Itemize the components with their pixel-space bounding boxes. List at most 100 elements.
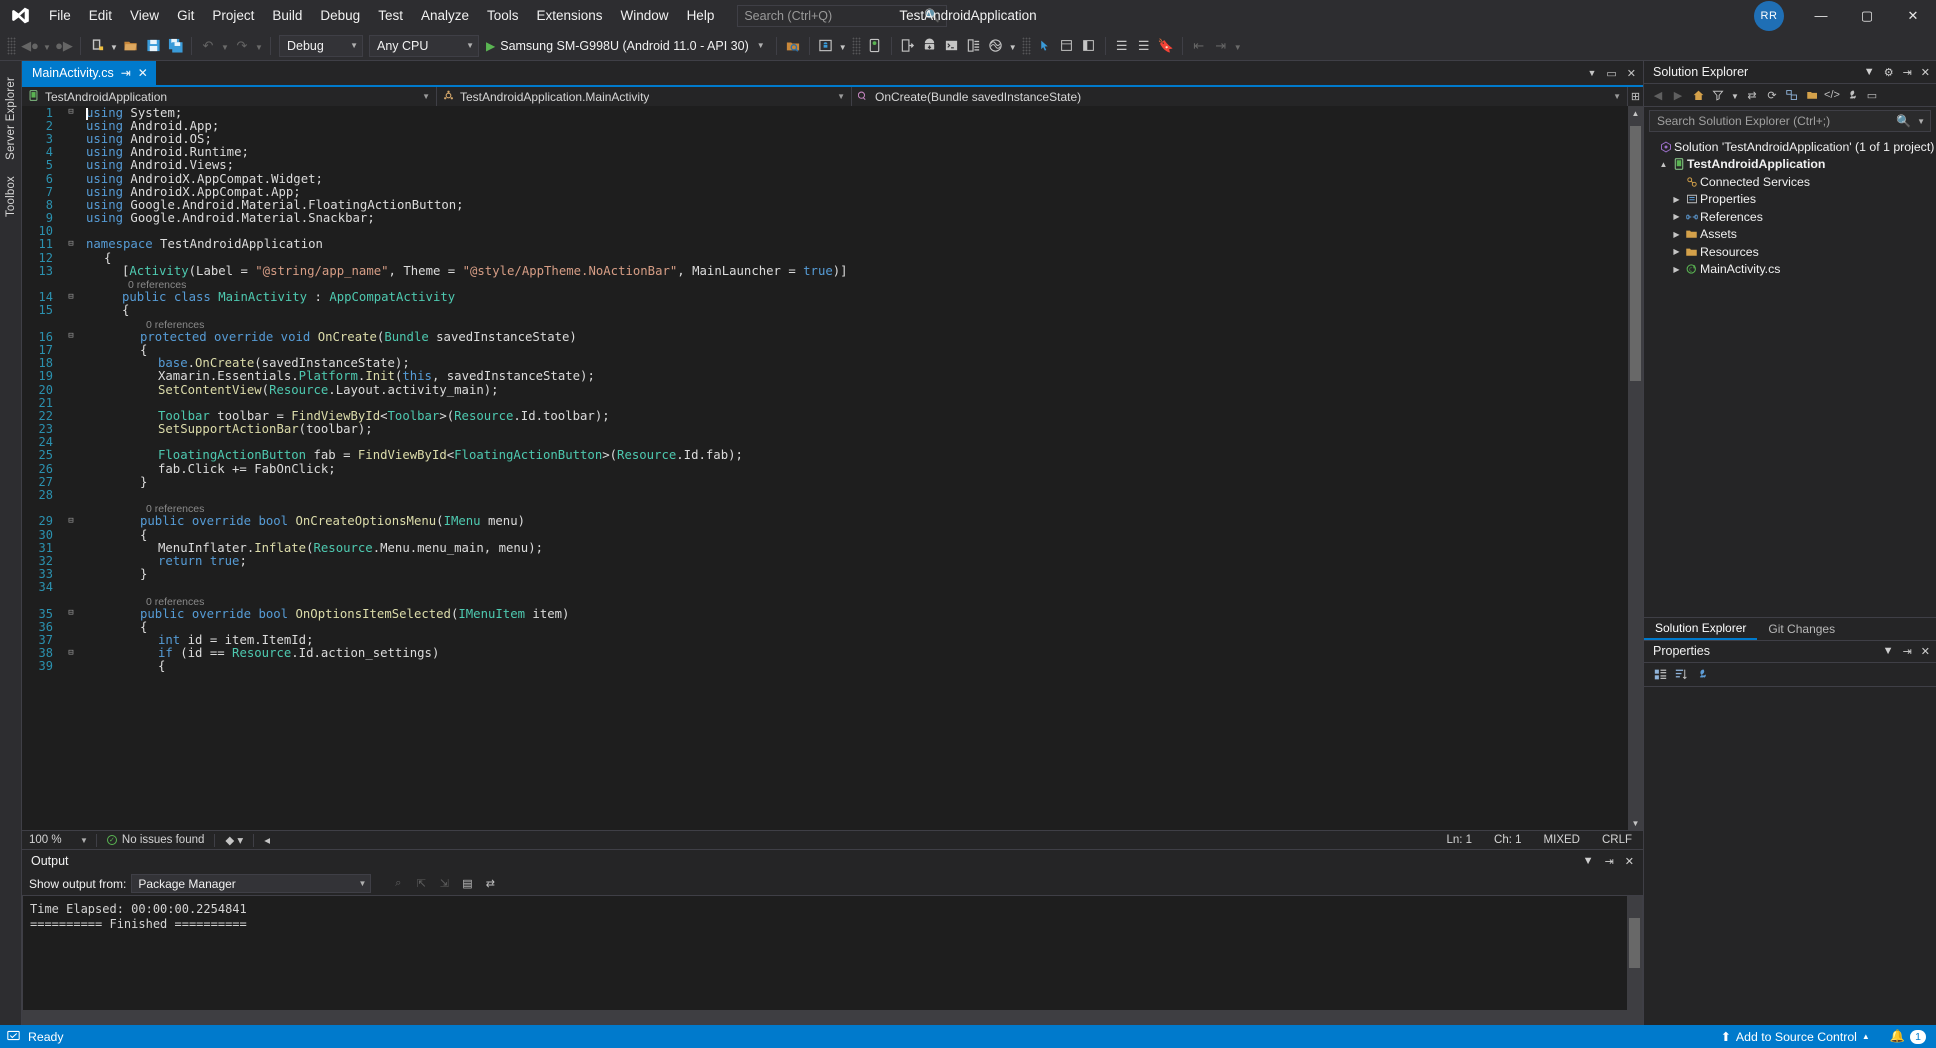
scroll-thumb[interactable] <box>1630 126 1641 381</box>
codelens-references[interactable]: 0 references <box>128 279 186 291</box>
twisty-icon[interactable]: ▶ <box>1670 230 1683 239</box>
menu-view[interactable]: View <box>121 0 168 31</box>
code-line[interactable]: 8using Google.Android.Material.FloatingA… <box>22 198 1628 211</box>
insert-mode[interactable]: MIXED <box>1533 834 1591 846</box>
code-line[interactable]: 35⊟public override bool OnOptionsItemSel… <box>22 607 1628 620</box>
tab-mainactivity-cs[interactable]: MainActivity.cs ⇥ ✕ <box>22 61 156 85</box>
code-line[interactable]: 28 <box>22 488 1628 501</box>
split-editor-icon[interactable]: ⊞ <box>1627 87 1643 106</box>
restore-down-icon[interactable]: ▭ <box>1606 67 1616 80</box>
go-to-previous-message-icon[interactable]: ⇱ <box>412 874 430 894</box>
home-icon[interactable] <box>1689 85 1707 105</box>
panel-dropdown-icon[interactable]: ▼ <box>1883 645 1894 657</box>
code-line[interactable]: 3using Android.OS; <box>22 132 1628 145</box>
code-line[interactable]: 11⊟namespace TestAndroidApplication <box>22 238 1628 251</box>
output-vertical-scrollbar[interactable] <box>1627 896 1642 1010</box>
scroll-up-icon[interactable]: ▲ <box>1628 106 1643 120</box>
start-debug-button[interactable]: ▶ Samsung SM-G998U (Android 11.0 - API 3… <box>482 35 771 57</box>
code-line[interactable]: 39{ <box>22 660 1628 673</box>
solution-item-mainactivity-cs[interactable]: ▶C#MainActivity.cs <box>1644 261 1936 279</box>
code-line[interactable]: 18base.OnCreate(savedInstanceState); <box>22 357 1628 370</box>
categorized-view-icon[interactable] <box>1651 664 1669 684</box>
code-line[interactable]: 32return true; <box>22 554 1628 567</box>
overflow-dropdown-icon[interactable]: ▼ <box>1007 35 1019 57</box>
twisty-icon[interactable]: ▶ <box>1670 247 1683 256</box>
deploy-icon[interactable] <box>897 35 919 57</box>
toggle-word-wrap-icon[interactable]: ⇄ <box>481 874 499 894</box>
code-line[interactable]: 33} <box>22 568 1628 581</box>
adb-shell-icon[interactable] <box>941 35 963 57</box>
zoom-level[interactable]: 100 % <box>22 834 80 846</box>
code-line[interactable]: 20SetContentView(Resource.Layout.activit… <box>22 383 1628 396</box>
configuration-combobox[interactable]: Debug ▼ <box>279 35 363 57</box>
scroll-down-icon[interactable]: ▼ <box>1628 816 1643 830</box>
horizontal-scroll-left-icon[interactable]: ◂ <box>254 833 280 847</box>
toolbar-overflow-icon[interactable]: ▼ <box>1232 35 1244 57</box>
panel-dropdown-icon[interactable]: ▼ <box>1864 66 1875 78</box>
new-project-dropdown-icon[interactable]: ▼ <box>108 35 120 57</box>
new-project-icon[interactable] <box>86 35 108 57</box>
code-line[interactable]: 19Xamarin.Essentials.Platform.Init(this,… <box>22 370 1628 383</box>
property-pages-icon[interactable] <box>1693 664 1711 684</box>
solution-item-references[interactable]: ▶References <box>1644 208 1936 226</box>
android-device-manager-icon[interactable] <box>815 35 837 57</box>
issues-status[interactable]: ✓ No issues found <box>97 834 214 846</box>
tab-list-dropdown-icon[interactable]: ▼ <box>1587 68 1596 78</box>
close-icon[interactable]: ✕ <box>1625 855 1634 868</box>
code-line[interactable]: 6using AndroidX.AppCompat.Widget; <box>22 172 1628 185</box>
global-search-input[interactable]: Search (Ctrl+Q) 🔍 <box>737 5 947 27</box>
device-log-icon[interactable] <box>963 35 985 57</box>
panel-dropdown-icon[interactable]: ▼ <box>1583 855 1594 867</box>
android-sdk-manager-icon[interactable] <box>864 35 886 57</box>
save-all-icon[interactable] <box>164 35 186 57</box>
code-line[interactable]: 34 <box>22 581 1628 594</box>
xamarin-profiler-icon[interactable] <box>985 35 1007 57</box>
save-icon[interactable] <box>142 35 164 57</box>
code-line[interactable]: 15{ <box>22 304 1628 317</box>
code-line[interactable]: 13[Activity(Label = "@string/app_name", … <box>22 264 1628 277</box>
pin-icon[interactable]: ⇥ <box>1605 855 1614 868</box>
properties-icon[interactable] <box>1843 85 1861 105</box>
code-line[interactable]: 0 references <box>22 502 1628 515</box>
code-line[interactable]: 5using Android.Views; <box>22 159 1628 172</box>
device-dropdown-icon[interactable]: ▼ <box>837 35 849 57</box>
code-line[interactable]: 17{ <box>22 343 1628 356</box>
menu-tools[interactable]: Tools <box>478 0 528 31</box>
live-visual-tree-icon[interactable] <box>1056 35 1078 57</box>
code-line[interactable]: 25FloatingActionButton fab = FindViewByI… <box>22 449 1628 462</box>
menu-build[interactable]: Build <box>263 0 311 31</box>
code-line[interactable]: 10 <box>22 225 1628 238</box>
alphabetical-view-icon[interactable] <box>1672 664 1690 684</box>
go-to-next-message-icon[interactable]: ⇲ <box>435 874 453 894</box>
back-icon[interactable]: ◀ <box>1649 85 1667 105</box>
output-text[interactable]: Time Elapsed: 00:00:00.2254841 =========… <box>23 896 1627 1010</box>
navigate-backward-icon[interactable]: ◀● <box>19 35 41 57</box>
maximize-button[interactable]: ▢ <box>1844 0 1890 31</box>
pointer-select-icon[interactable] <box>1034 35 1056 57</box>
fold-toggle-icon[interactable]: ⊟ <box>62 108 80 117</box>
line-endings[interactable]: CRLF <box>1591 834 1643 846</box>
codelens-references[interactable]: 0 references <box>146 503 204 515</box>
forward-icon[interactable]: ▶ <box>1669 85 1687 105</box>
navigate-forward-icon[interactable]: ●▶ <box>53 35 75 57</box>
minimize-button[interactable]: — <box>1798 0 1844 31</box>
solution-explorer-search[interactable]: Search Solution Explorer (Ctrl+;) 🔍 ▼ <box>1649 110 1931 132</box>
toolbar-grip[interactable] <box>852 37 861 55</box>
menu-test[interactable]: Test <box>369 0 412 31</box>
editor-vertical-scrollbar[interactable]: ▲ ▼ <box>1628 106 1643 830</box>
zoom-dropdown-icon[interactable]: ▼ <box>80 836 96 845</box>
code-line[interactable]: 36{ <box>22 620 1628 633</box>
collapse-all-icon[interactable] <box>1783 85 1801 105</box>
pin-icon[interactable]: ⇥ <box>1903 66 1912 79</box>
code-line[interactable]: 24 <box>22 436 1628 449</box>
fold-toggle-icon[interactable]: ⊟ <box>62 517 80 526</box>
code-line[interactable]: 14⊟public class MainActivity : AppCompat… <box>22 291 1628 304</box>
open-file-icon[interactable] <box>120 35 142 57</box>
undo-dropdown-icon[interactable]: ▼ <box>219 35 231 57</box>
close-group-icon[interactable]: ✕ <box>1627 67 1636 80</box>
menu-edit[interactable]: Edit <box>80 0 121 31</box>
redo-dropdown-icon[interactable]: ▼ <box>253 35 265 57</box>
account-avatar[interactable]: RR <box>1754 1 1784 31</box>
solution-item-resources[interactable]: ▶Resources <box>1644 243 1936 261</box>
code-line[interactable]: 9using Google.Android.Material.Snackbar; <box>22 212 1628 225</box>
